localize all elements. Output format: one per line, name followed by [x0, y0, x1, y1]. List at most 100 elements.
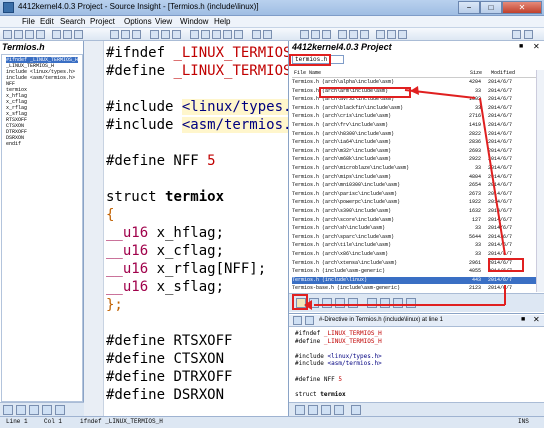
code-token: RTSXOFF — [173, 333, 233, 349]
home-icon[interactable] — [322, 30, 331, 39]
code-line[interactable]: }; — [106, 297, 123, 313]
code-line[interactable]: { — [106, 207, 114, 223]
redo-icon[interactable] — [74, 30, 83, 39]
menu-options[interactable]: Options — [124, 17, 152, 26]
copy-icon[interactable] — [121, 30, 130, 39]
find-next-icon[interactable] — [161, 30, 170, 39]
cut-icon[interactable] — [110, 30, 119, 39]
context-list-icon[interactable] — [321, 405, 331, 415]
sync-icon[interactable] — [252, 30, 261, 39]
status-col: Col 1 — [44, 418, 63, 425]
code-line[interactable]: __u16 x_rflag[NFF]; — [106, 261, 266, 277]
undo-icon[interactable] — [63, 30, 72, 39]
code-line[interactable]: #define DSRXON — [106, 387, 224, 403]
paste-icon[interactable] — [132, 30, 141, 39]
window-icon[interactable] — [263, 30, 272, 39]
code-line[interactable]: __u16 x_hflag; — [106, 225, 224, 241]
panel-close-icon[interactable] — [524, 30, 533, 39]
code-line[interactable]: #define _LINUX_TERMIOS_H — [106, 63, 308, 79]
source-editor[interactable]: #ifndef _LINUX_TERMIOS_H #define _LINUX_T… — [84, 41, 309, 416]
print-icon[interactable] — [52, 30, 61, 39]
maximize-button[interactable]: □ — [480, 1, 502, 14]
menu-search[interactable]: Search — [60, 17, 85, 26]
browse-icon[interactable] — [234, 30, 243, 39]
menu-window[interactable]: Window — [180, 17, 208, 26]
app-icon — [3, 2, 14, 13]
menu-view[interactable]: View — [155, 17, 172, 26]
code-token: termiox — [165, 189, 225, 205]
sort-icon[interactable] — [3, 405, 13, 415]
context-font-icon[interactable] — [334, 405, 344, 415]
context-view-icon[interactable] — [295, 405, 305, 415]
save-all-icon[interactable] — [36, 30, 45, 39]
panel-toggle-icon[interactable] — [512, 30, 521, 39]
context-line: #define NFF 5 — [295, 375, 342, 383]
new-file-icon[interactable] — [3, 30, 12, 39]
code-line[interactable]: #define DTRXOFF — [106, 369, 232, 385]
context-line: struct termiox — [295, 390, 346, 398]
code-line[interactable]: #define NFF 5 — [106, 153, 216, 169]
filter-icon[interactable] — [16, 405, 26, 415]
context-icon[interactable] — [349, 30, 358, 39]
code-token: #define NFF — [106, 153, 208, 169]
code-line[interactable]: struct termiox — [106, 189, 224, 205]
forward-icon[interactable] — [311, 30, 320, 39]
symbol-icon[interactable] — [360, 30, 369, 39]
annotation-arrows — [304, 86, 506, 310]
copy-symbol-icon[interactable] — [42, 405, 52, 415]
menu-help[interactable]: Help — [214, 17, 230, 26]
code-token: #ifndef — [106, 45, 174, 61]
help-icon[interactable] — [398, 30, 407, 39]
bookmark-icon[interactable] — [190, 30, 199, 39]
menu-project[interactable]: Project — [90, 17, 115, 26]
options-icon[interactable] — [387, 30, 396, 39]
references-icon[interactable] — [223, 30, 232, 39]
close-button[interactable]: ✕ — [502, 1, 542, 14]
code-token: CTSXON — [173, 351, 225, 367]
code-line[interactable]: #define CTSXON — [106, 351, 224, 367]
jump-icon[interactable] — [201, 30, 210, 39]
save-icon[interactable] — [25, 30, 34, 39]
symbol-item[interactable]: include <asm/termios.h> — [6, 75, 75, 81]
symbol-window-toolbar — [0, 402, 84, 416]
code-token: #include — [106, 99, 182, 115]
window-title: 4412kernel4.0.3 Project - Source Insight… — [18, 2, 259, 11]
layout-icon[interactable] — [376, 30, 385, 39]
menu-edit[interactable]: Edit — [40, 17, 54, 26]
code-line[interactable]: __u16 x_sflag; — [106, 279, 224, 295]
code-line[interactable]: __u16 x_cflag; — [106, 243, 224, 259]
pin-icon[interactable]: ■ — [519, 43, 523, 50]
code-token: #define — [106, 333, 174, 349]
close-icon[interactable]: ✕ — [533, 42, 540, 51]
back-icon[interactable] — [300, 30, 309, 39]
minimize-button[interactable]: − — [458, 1, 480, 14]
code-line[interactable]: #ifndef _LINUX_TERMIOS_H — [106, 45, 308, 61]
find-prev-icon[interactable] — [172, 30, 181, 39]
project-list-scrollbar[interactable] — [536, 70, 544, 292]
code-line[interactable]: #include <asm/termios.h> — [106, 117, 309, 133]
code-token: #define — [106, 369, 174, 385]
symbol-item[interactable]: endif — [6, 141, 21, 147]
relation-icon[interactable] — [338, 30, 347, 39]
symbol-options-icon[interactable] — [55, 405, 65, 415]
category-icon[interactable] — [29, 405, 39, 415]
menu-file[interactable]: File — [22, 17, 35, 26]
status-line: Line 1 — [6, 418, 28, 425]
code-token: struct — [106, 189, 166, 205]
code-line[interactable]: #include <linux/types.h> — [106, 99, 309, 115]
context-line: #include <asm/termios.h> — [295, 360, 382, 368]
lookup-icon[interactable] — [212, 30, 221, 39]
context-options-icon[interactable] — [351, 405, 361, 415]
symbol-list[interactable]: #ifndef _LINUX_TERMIOS_H _LINUX_TERMIOS_H… — [1, 54, 83, 402]
context-source-icon[interactable] — [308, 405, 318, 415]
context-line: #include <linux/types.h> — [295, 352, 382, 360]
toolbar — [0, 28, 544, 41]
search-icon[interactable] — [150, 30, 159, 39]
open-file-icon[interactable] — [14, 30, 23, 39]
code-token: __u16 — [106, 261, 157, 277]
code-token: #include — [106, 117, 182, 133]
code-line[interactable]: #define RTSXOFF — [106, 333, 232, 349]
context-close-icon[interactable]: ✕ — [533, 315, 540, 324]
code-token: x_cflag; — [156, 243, 225, 259]
code-token: #define — [106, 63, 174, 79]
